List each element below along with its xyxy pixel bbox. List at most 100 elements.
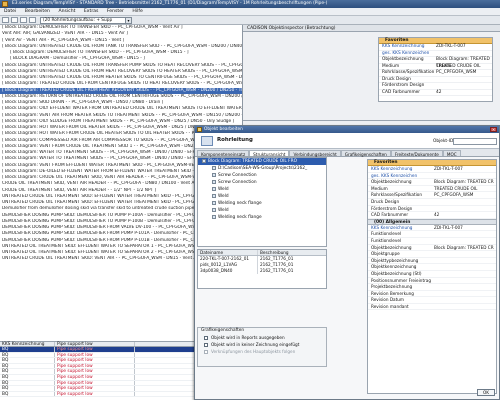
property-row[interactable]: Druck Design bbox=[368, 199, 496, 206]
menu-hilfe[interactable]: Hilfe bbox=[132, 9, 142, 14]
checkbox[interactable] bbox=[204, 335, 208, 340]
tree-node[interactable]: D:\Cadison\SEA-WS-Group\Projects\2162_ bbox=[198, 165, 326, 172]
property-value[interactable] bbox=[434, 83, 492, 89]
tab-1[interactable]: Strukturansicht bbox=[249, 150, 290, 157]
property-value[interactable]: Block Diagram: TREATED CRUDE bbox=[434, 57, 492, 69]
property-row[interactable]: KKS Kennzeichnung ZDI-TKL-T-007 bbox=[368, 166, 496, 173]
property-row[interactable]: KKS Kennzeichnung ZDI-TKL-T-007 bbox=[368, 225, 496, 232]
property-value[interactable] bbox=[434, 51, 492, 57]
property-value[interactable]: Block Diagram: TREATED CR bbox=[432, 245, 496, 251]
tree-node[interactable]: Welding neck flange bbox=[198, 214, 326, 221]
object-id-field[interactable] bbox=[453, 138, 497, 145]
menu-bearbeiten[interactable]: Bearbeiten bbox=[25, 9, 50, 14]
property-value[interactable]: TREATED CRUDE OIL bbox=[434, 64, 492, 70]
description-cell: 2162_T1776_01 bbox=[260, 268, 294, 273]
column-header-desc[interactable]: Pipe support low bbox=[55, 342, 135, 347]
property-row[interactable]: Funktionslevel bbox=[368, 238, 496, 245]
property-value[interactable] bbox=[432, 278, 496, 284]
checkbox[interactable] bbox=[204, 342, 208, 347]
tab-0[interactable]: Komponenteneinsatz bbox=[197, 150, 250, 157]
property-value[interactable] bbox=[432, 206, 496, 212]
property-row[interactable]: CAD Farbnummer 42 bbox=[368, 212, 496, 219]
property-value[interactable]: 42 bbox=[434, 90, 492, 96]
column-header-kks[interactable]: KKS Kennzeichnung bbox=[0, 342, 55, 347]
tab-3[interactable]: Grafikeigenschaften bbox=[340, 150, 391, 157]
property-value[interactable]: ZDI-TKL-T-007 bbox=[432, 225, 496, 231]
menu-datei[interactable]: Datei bbox=[4, 9, 16, 14]
property-row[interactable]: ges. KKS Kennzeichen bbox=[368, 173, 496, 180]
property-row[interactable]: Objektbezeichnung (Stl) bbox=[368, 271, 496, 278]
tree-node[interactable]: Block Diagram: TREATED CRUDE OIL FRO bbox=[198, 158, 326, 165]
property-value[interactable] bbox=[432, 304, 496, 310]
tree-node-label: Block Diagram: TREATED CRUDE OIL FRO bbox=[208, 159, 297, 164]
property-row[interactable]: Objektbezeichnung Block Diagram: TREATED … bbox=[368, 245, 496, 252]
dialog-header: Rohrleitung Objekt-ID: bbox=[195, 133, 499, 149]
structure-tree: Block Diagram: TREATED CRUDE OIL FRO D:\C… bbox=[197, 157, 327, 247]
property-value[interactable]: TREATED CRUDE OIL bbox=[432, 186, 496, 192]
property-value[interactable] bbox=[432, 297, 496, 303]
property-row[interactable]: Förderstrom Design bbox=[368, 206, 496, 213]
menu-extras[interactable]: Extras bbox=[84, 9, 99, 14]
tree-node-label: Weld bbox=[218, 208, 229, 213]
refresh-icon[interactable] bbox=[29, 17, 36, 23]
property-value[interactable] bbox=[432, 173, 496, 179]
property-value[interactable] bbox=[432, 258, 496, 264]
property-value[interactable] bbox=[432, 284, 496, 290]
chevron-down-icon[interactable]: ▾ bbox=[125, 18, 131, 23]
view-selector[interactable]: (20 Rohrleitungsaufbau: + Supp ▾ bbox=[40, 17, 132, 24]
property-value[interactable] bbox=[432, 264, 496, 270]
property-row[interactable]: Objektkennzeichnung bbox=[368, 264, 496, 271]
property-value[interactable] bbox=[432, 251, 496, 257]
property-value[interactable]: ZDI-TKL-T-007 bbox=[434, 44, 492, 50]
dialog-titlebar: Objekt bearbeiten × bbox=[195, 126, 499, 133]
tab-2[interactable]: Verbindungsbereicht bbox=[289, 150, 341, 157]
column-header-filename[interactable]: Dateiname bbox=[198, 250, 258, 255]
property-row[interactable]: Objektbezeichnung Block Diagram: TREATED … bbox=[368, 179, 496, 186]
property-value[interactable]: PC_CPFGOFA_WSM bbox=[432, 192, 496, 198]
new-icon[interactable] bbox=[2, 17, 9, 23]
close-icon[interactable]: × bbox=[490, 127, 497, 132]
property-row[interactable]: Medium TREATED CRUDE OIL bbox=[368, 186, 496, 193]
menu-fenster[interactable]: Fenster bbox=[107, 9, 124, 14]
column-header-description[interactable]: Beschreibung bbox=[258, 250, 326, 255]
tab-4[interactable]: Freitexte/Dokumente bbox=[390, 150, 443, 157]
tree-node[interactable]: Screw Connection bbox=[198, 172, 326, 179]
tree-node[interactable]: Screw Connection bbox=[198, 179, 326, 186]
description-cell: Pipe support low bbox=[55, 358, 135, 363]
tab-5[interactable]: MOC bbox=[442, 150, 461, 157]
property-value[interactable]: Block Diagram: TREATED CR bbox=[432, 179, 496, 185]
property-row[interactable]: Revision Datum bbox=[368, 297, 496, 304]
ok-button[interactable]: OK bbox=[477, 389, 495, 396]
property-value[interactable] bbox=[432, 271, 496, 277]
property-value[interactable] bbox=[432, 291, 496, 297]
property-row[interactable]: Objektgruppe bbox=[368, 251, 496, 258]
property-row[interactable]: Funktionslevel bbox=[368, 231, 496, 238]
property-value[interactable] bbox=[432, 238, 496, 244]
property-row[interactable]: CAD Farbnummer 42 bbox=[379, 90, 492, 96]
menu-ansicht[interactable]: Ansicht bbox=[58, 9, 75, 14]
property-value[interactable]: PC_CPFGOFA_WSM bbox=[434, 70, 492, 76]
tree-node[interactable]: Weld bbox=[198, 207, 326, 214]
save-icon[interactable] bbox=[20, 17, 27, 23]
property-row[interactable]: Revision Bemerkung bbox=[368, 291, 496, 298]
property-value[interactable] bbox=[432, 231, 496, 237]
property-key: Objektbezeichnung (Stl) bbox=[371, 270, 422, 276]
property-value[interactable] bbox=[432, 199, 496, 205]
property-row[interactable]: Positionsnummer Freieintrag bbox=[368, 278, 496, 285]
property-key: KKS Kennzeichnung bbox=[371, 224, 413, 230]
tree-node[interactable]: Weld bbox=[198, 186, 326, 193]
property-row[interactable]: Projektbezeichnung bbox=[368, 284, 496, 291]
property-row[interactable]: Revision mandant bbox=[368, 304, 496, 311]
property-value[interactable]: 42 bbox=[432, 212, 496, 218]
property-value[interactable]: ZDI-TKL-T-007 bbox=[432, 166, 496, 172]
tree-node-label: Weld bbox=[218, 194, 229, 199]
table-row[interactable]: 3dp0038_DN40 2162_T1776_01 bbox=[198, 268, 326, 274]
property-value[interactable] bbox=[434, 77, 492, 83]
tree-node[interactable]: Welding neck flange bbox=[198, 200, 326, 207]
open-icon[interactable] bbox=[11, 17, 18, 23]
property-row[interactable]: Objekttypbezeichnung bbox=[368, 258, 496, 265]
property-row[interactable]: Rohrklasse/Spezifikation PC_CPFGOFA_WSM bbox=[368, 192, 496, 199]
tree-node[interactable]: Weld bbox=[198, 193, 326, 200]
checkbox-row[interactable]: Objekt wird in keiner Zeichnung eingefüg… bbox=[198, 341, 326, 348]
checkbox-row[interactable]: Objekt wird in Reports ausgegeben bbox=[198, 334, 326, 341]
